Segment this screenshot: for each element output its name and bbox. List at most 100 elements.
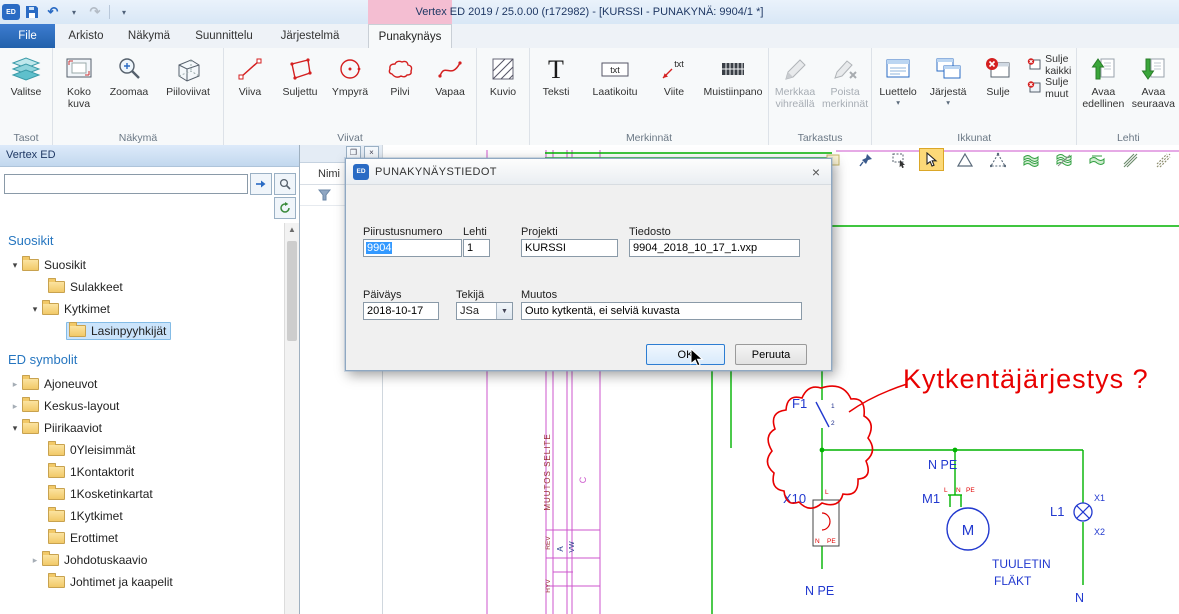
panel-title: Vertex ED <box>0 145 299 167</box>
chevron-expanded-icon[interactable]: ▾ <box>28 304 42 315</box>
chevron-expanded-icon[interactable]: ▾ <box>8 260 22 271</box>
undo-icon[interactable]: ↶ <box>44 2 62 22</box>
piirustusnumero-field[interactable]: 9904 <box>363 239 462 257</box>
paivays-field[interactable] <box>363 302 439 320</box>
label-npe-mid: N PE <box>928 458 957 472</box>
svg-text:PE: PE <box>827 538 836 545</box>
sulje-button[interactable]: Sulje <box>973 49 1023 99</box>
cancel-button[interactable]: Peruuta <box>735 344 807 365</box>
hatch-diagonal-icon[interactable] <box>1117 148 1142 171</box>
group-label-lehti: Lehti <box>1078 131 1178 146</box>
luettelo-dropdown-icon[interactable]: ▾ <box>896 99 900 106</box>
dialog-close-icon[interactable]: × <box>808 164 824 180</box>
undo-dropdown-icon[interactable]: ▾ <box>65 2 83 22</box>
koko-kuva-button[interactable]: Koko kuva <box>54 49 104 110</box>
scroll-thumb[interactable] <box>287 241 297 341</box>
tree-item-johdotuskaavio[interactable]: ▸ Johdotuskaavio <box>0 549 286 571</box>
chevron-collapsed-icon[interactable]: ▸ <box>28 555 42 566</box>
canvas-toolbar <box>820 148 1175 171</box>
tab-jarjestelma[interactable]: Järjestelmä <box>267 24 353 48</box>
tree-item-erottimet[interactable]: Erottimet <box>0 527 286 549</box>
select-area-icon[interactable] <box>886 148 911 171</box>
dialog-titlebar[interactable]: ED PUNAKYNÄYSTIEDOT × <box>346 159 831 185</box>
jarjesta-button[interactable]: Järjestä ▾ <box>923 49 973 106</box>
tree-scrollbar[interactable]: ▲ <box>284 223 299 614</box>
piiloviivat-button[interactable]: Piiloviivat <box>154 49 222 99</box>
search-icon[interactable] <box>274 173 296 195</box>
sulje-muut-button[interactable]: Sulje muut <box>1027 78 1071 98</box>
tab-nakyma[interactable]: Näkymä <box>117 24 181 48</box>
suljettu-button[interactable]: Suljettu <box>275 49 325 99</box>
tree-item-johtimet-ja-kaapelit[interactable]: Johtimet ja kaapelit <box>0 571 286 593</box>
sheets2-icon[interactable] <box>1051 148 1076 171</box>
lehti-field[interactable] <box>463 239 490 257</box>
ok-button[interactable]: OK <box>646 344 725 365</box>
combo-dropdown-icon[interactable]: ▼ <box>496 303 512 319</box>
zoomaa-button[interactable]: Zoomaa <box>104 49 154 99</box>
kuvio-button[interactable]: Kuvio <box>478 49 528 99</box>
cursor-icon[interactable] <box>919 148 944 171</box>
projekti-field[interactable] <box>521 239 618 257</box>
viiva-button[interactable]: Viiva <box>225 49 275 99</box>
refresh-icon[interactable] <box>274 197 296 219</box>
tree-item-1kontaktorit[interactable]: 1Kontaktorit <box>0 461 286 483</box>
hidden-lines-icon <box>174 51 202 87</box>
customize-icon[interactable]: ▾ <box>115 2 133 22</box>
hatch-diagonal2-icon[interactable] <box>1150 148 1175 171</box>
folder-icon <box>48 510 65 522</box>
luettelo-button[interactable]: Luettelo ▾ <box>873 49 923 106</box>
tree-item-1kosketinkartat[interactable]: 1Kosketinkartat <box>0 483 286 505</box>
ribbon-tabs: File Arkisto Näkymä Suunnittelu Järjeste… <box>0 24 1179 48</box>
viite-button[interactable]: txt Viite <box>649 49 699 99</box>
pin-icon[interactable] <box>853 148 878 171</box>
tree-item-ajoneuvot[interactable]: ▸ Ajoneuvot <box>0 373 286 395</box>
tab-suunnittelu[interactable]: Suunnittelu <box>181 24 267 48</box>
svg-text:A: A <box>556 546 565 552</box>
chevron-expanded-icon[interactable]: ▾ <box>8 423 22 434</box>
search-go-icon[interactable] <box>250 173 272 195</box>
drawing-canvas[interactable]: 1 2 L N PE M L N PE F1 X10 M1 <box>300 145 1179 614</box>
close-window-icon <box>984 51 1012 87</box>
svg-text:HYV: HYV <box>545 579 552 593</box>
valitse-button[interactable]: Valitse <box>1 49 51 99</box>
tekija-combobox[interactable]: JSa ▼ <box>456 302 513 320</box>
projekti-label: Projekti <box>521 226 558 238</box>
tab-punakynays[interactable]: Punakynäys <box>368 24 452 48</box>
sheets3-icon[interactable] <box>1084 148 1109 171</box>
triangle-icon[interactable] <box>952 148 977 171</box>
avaa-seuraava-button[interactable]: Avaa seuraava <box>1128 49 1178 110</box>
tree-item-keskus-layout[interactable]: ▸ Keskus-layout <box>0 395 286 417</box>
tree-item-suosikit[interactable]: ▾ Suosikit <box>0 254 286 276</box>
triangle-dashed-icon[interactable] <box>985 148 1010 171</box>
ympyra-button[interactable]: Ympyrä <box>325 49 375 99</box>
avaa-edellinen-button[interactable]: Avaa edellinen <box>1078 49 1128 110</box>
tree-item-piirikaaviot[interactable]: ▾ Piirikaaviot <box>0 417 286 439</box>
section-suosikit: Suosikit <box>0 223 286 254</box>
sulje-kaikki-button[interactable]: Sulje kaikki <box>1027 55 1071 75</box>
jarjesta-dropdown-icon[interactable]: ▾ <box>946 99 950 106</box>
pilvi-button[interactable]: Pilvi <box>375 49 425 99</box>
label-flakt: FLÄKT <box>994 574 1032 588</box>
scroll-up-icon[interactable]: ▲ <box>285 223 299 237</box>
tree-item-kytkimet[interactable]: ▾ Kytkimet <box>0 298 286 320</box>
tab-file[interactable]: File <box>0 24 55 48</box>
muutos-field[interactable] <box>521 302 802 320</box>
tree-item-sulakkeet[interactable]: Sulakkeet <box>0 276 286 298</box>
tab-arkisto[interactable]: Arkisto <box>55 24 117 48</box>
tree-item-lasinpyyhkijat[interactable]: Lasinpyyhkijät <box>0 320 286 342</box>
search-input[interactable] <box>4 174 248 194</box>
teksti-button[interactable]: T Teksti <box>531 49 581 99</box>
punakynaystiedot-dialog: ED PUNAKYNÄYSTIEDOT × Piirustusnumero Le… <box>345 158 832 371</box>
selected-tree-item[interactable]: Lasinpyyhkijät <box>66 322 171 340</box>
laatikoitu-button[interactable]: txt Laatikoitu <box>581 49 649 99</box>
sheets-icon[interactable] <box>1018 148 1043 171</box>
vapaa-button[interactable]: Vapaa <box>425 49 475 99</box>
chevron-collapsed-icon[interactable]: ▸ <box>8 401 22 412</box>
tiedosto-field[interactable] <box>629 239 800 257</box>
muistiinpano-button[interactable]: Muistiinpano <box>699 49 767 99</box>
tree-item-1kytkimet[interactable]: 1Kytkimet <box>0 505 286 527</box>
tree-item-0yleisimmat[interactable]: 0Yleisimmät <box>0 439 286 461</box>
chevron-collapsed-icon[interactable]: ▸ <box>8 379 22 390</box>
save-icon[interactable] <box>23 2 41 22</box>
app-logo-icon[interactable]: ED <box>2 4 20 20</box>
